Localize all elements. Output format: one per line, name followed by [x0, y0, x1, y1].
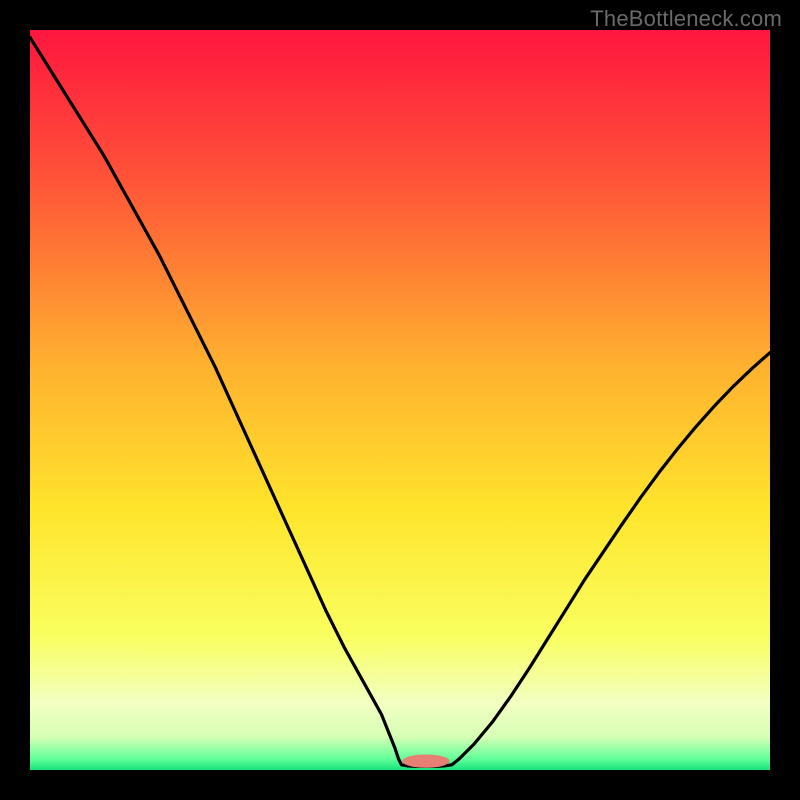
bottleneck-chart: [0, 0, 800, 800]
chart-marker: [402, 754, 449, 767]
watermark-text: TheBottleneck.com: [590, 6, 782, 32]
chart-frame: TheBottleneck.com: [0, 0, 800, 800]
chart-background: [30, 30, 770, 770]
optimal-point-marker: [402, 754, 449, 767]
